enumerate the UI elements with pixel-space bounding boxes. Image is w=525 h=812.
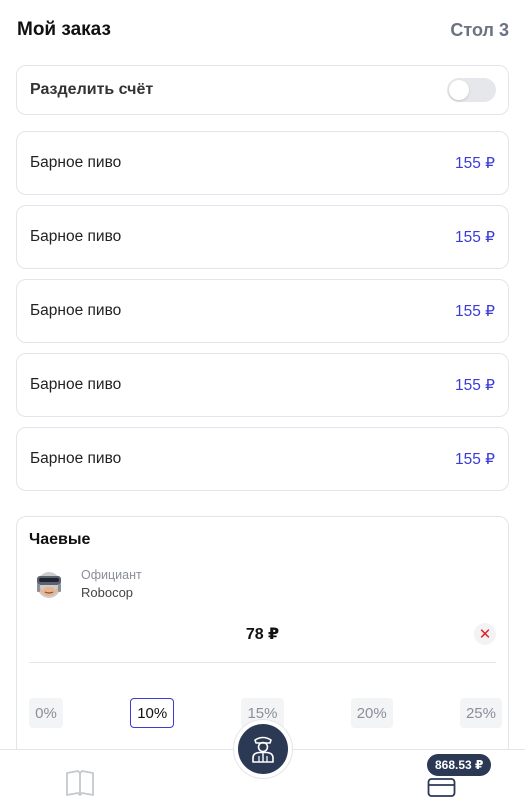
call-waiter-button[interactable]: [233, 719, 293, 779]
item-name: Барное пиво: [30, 228, 122, 245]
page-title: Мой заказ: [17, 19, 111, 40]
order-item[interactable]: Барное пиво 155 ₽: [16, 353, 509, 417]
tips-title: Чаевые: [29, 531, 91, 548]
item-price: 155 ₽: [454, 302, 495, 320]
waiter-icon: [238, 724, 288, 774]
item-name: Барное пиво: [30, 154, 122, 171]
waiter-info: Официант Robocop: [32, 567, 142, 601]
tip-option-25[interactable]: 25%: [459, 698, 502, 728]
order-item[interactable]: Барное пиво 155 ₽: [16, 131, 509, 195]
tip-option-10[interactable]: 10%: [130, 698, 175, 728]
waiter-role: Официант: [81, 568, 142, 582]
waiter-name: Robocop: [81, 585, 134, 600]
order-item[interactable]: Барное пиво 155 ₽: [16, 279, 509, 343]
tip-amount: 78 ₽: [245, 626, 280, 643]
header: Мой заказ Стол 3: [17, 18, 509, 42]
order-item[interactable]: Барное пиво 155 ₽: [16, 205, 509, 269]
close-icon[interactable]: ✕: [474, 623, 496, 645]
item-price: 155 ₽: [454, 154, 495, 172]
split-bill-row[interactable]: Разделить счёт: [16, 65, 509, 115]
card-icon: [427, 776, 457, 803]
table-number: Стол 3: [450, 19, 509, 40]
item-name: Барное пиво: [30, 302, 122, 319]
item-name: Барное пиво: [30, 376, 122, 393]
toggle-knob: [449, 80, 469, 100]
cart-button[interactable]: 868.53 ₽: [424, 754, 492, 800]
split-bill-toggle[interactable]: [447, 78, 496, 102]
divider: [29, 662, 496, 663]
item-price: 155 ₽: [454, 450, 495, 468]
order-item[interactable]: Барное пиво 155 ₽: [16, 427, 509, 491]
book-icon[interactable]: [64, 768, 96, 798]
item-price: 155 ₽: [454, 376, 495, 394]
tip-option-0[interactable]: 0%: [29, 698, 63, 728]
split-bill-label: Разделить счёт: [30, 81, 154, 98]
item-price: 155 ₽: [454, 228, 495, 246]
cart-total-badge: 868.53 ₽: [427, 754, 492, 776]
tip-option-20[interactable]: 20%: [350, 698, 393, 728]
avatar-robocop: [32, 567, 66, 601]
item-name: Барное пиво: [30, 450, 122, 467]
